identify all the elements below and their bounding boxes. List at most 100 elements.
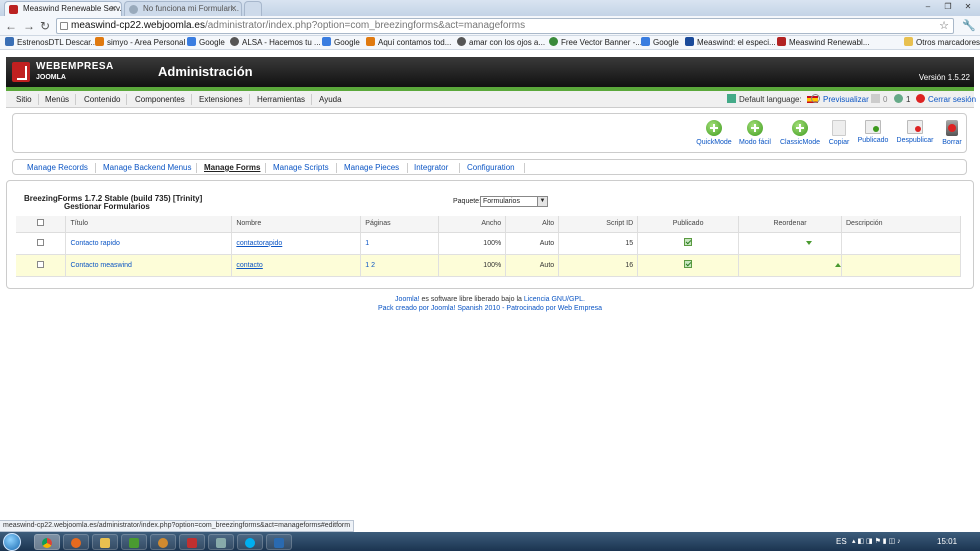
back-arrow-icon[interactable]: ← [4,19,18,33]
column-header-reorder[interactable]: Reordenar [738,216,842,233]
form-page-link[interactable]: 1 2 [365,262,375,269]
column-header-published[interactable]: Publicado [637,216,740,233]
move-up-icon[interactable] [835,262,841,267]
easymode-button[interactable]: Modo fácil [730,120,780,146]
minimize-icon[interactable]: – [918,0,938,13]
menu-item-herramientas[interactable]: Herramientas [251,94,313,105]
browser-tab-active[interactable]: Measwind Renewable Serv... ✕ [4,1,122,16]
joomla-link[interactable]: Joomla! [395,296,420,303]
column-header-name[interactable]: Nombre [231,216,362,233]
new-tab-button[interactable] [244,1,262,16]
bookmark-item[interactable]: Google [322,37,360,47]
maximize-icon[interactable]: ❐ [938,0,958,13]
form-width: 100% [438,254,507,277]
taskbar-app[interactable] [179,534,205,550]
taskbar-app[interactable] [121,534,147,550]
delete-button[interactable]: Borrar [927,120,977,146]
credits-link[interactable]: Pack creado por Joomla! Spanish 2010 - P… [378,305,602,312]
forms-table: Título Nombre Páginas Ancho Alto Script … [16,216,961,277]
preview-icon [811,94,820,103]
published-check-icon[interactable] [684,260,693,268]
wrench-icon[interactable]: 🔧 [962,19,976,32]
logout-link[interactable]: Cerrar sesión [916,94,976,105]
menu-item-componentes[interactable]: Componentes [129,94,192,105]
column-header-pages[interactable]: Páginas [360,216,440,233]
bookmark-item[interactable]: Google [187,37,225,47]
users-icon [894,94,903,103]
bookmark-item[interactable]: amar con los ojos a... [457,37,545,47]
users-count[interactable]: 1 [894,94,910,105]
bookmark-item[interactable]: ALSA - Hacemos tu ... [230,37,321,47]
column-header-title[interactable]: Título [65,216,233,233]
select-all-checkbox[interactable] [37,219,45,227]
submenu-manage-forms[interactable]: Manage Forms [204,163,260,172]
bookmark-item[interactable]: simyo - Area Personal [95,37,185,47]
close-tab-icon[interactable]: ✕ [110,4,117,13]
address-bar[interactable]: measwind-cp22.webjoomla.es/administrator… [56,18,954,34]
submenu-divider [95,163,96,173]
row-select-cell [16,232,67,255]
bookmark-item[interactable]: Free Vector Banner -... [549,37,642,47]
forward-arrow-icon[interactable]: → [22,19,36,33]
menu-item-extensiones[interactable]: Extensiones [193,94,250,105]
row-checkbox[interactable] [37,238,45,246]
tray-icons[interactable]: ▴ ◧ ◨ ⚑ ▮ ◫ ♪ [852,537,901,545]
submenu-manage-pieces[interactable]: Manage Pieces [344,163,399,172]
messages-count[interactable]: 0 [871,94,887,105]
taskbar-firefox[interactable] [63,534,89,550]
close-tab-icon[interactable]: ✕ [230,4,237,13]
submenu-configuration[interactable]: Configuration [467,163,515,172]
form-name-link[interactable]: contacto [236,262,262,269]
column-header-width[interactable]: Ancho [438,216,507,233]
column-header-description[interactable]: Descripción [841,216,961,233]
reload-icon[interactable]: ↻ [38,19,52,33]
taskbar-chrome[interactable] [34,534,60,550]
form-title-link[interactable]: Contacto rapido [70,240,119,247]
bookmark-item[interactable]: Google [641,37,679,47]
form-title: Contacto rapido [65,232,233,255]
taskbar-app[interactable] [208,534,234,550]
other-bookmarks[interactable]: Otros marcadores [904,37,980,47]
preview-link[interactable]: Previsualizar [811,94,869,105]
menu-item-ayuda[interactable]: Ayuda [313,94,348,105]
taskbar-app[interactable] [150,534,176,550]
submenu-manage-scripts[interactable]: Manage Scripts [273,163,329,172]
form-title-link[interactable]: Contacto measwind [70,262,131,269]
form-name-link[interactable]: contactorapido [236,240,282,247]
column-header-script-id[interactable]: Script ID [558,216,639,233]
bookmark-item[interactable]: Measwind: el especi... [685,37,776,47]
published-check-icon[interactable] [684,238,693,246]
taskbar-explorer[interactable] [92,534,118,550]
submenu-integrator[interactable]: Integrator [414,163,448,172]
taskbar-app[interactable] [266,534,292,550]
taskbar-skype[interactable] [237,534,263,550]
form-reorder-up [738,232,842,255]
row-checkbox[interactable] [37,260,45,268]
measwind-icon [685,37,694,46]
close-window-icon[interactable]: ✕ [958,0,978,13]
bookmark-item[interactable]: Measwind Renewabl... [777,37,869,47]
form-name: contactorapido [231,232,362,255]
submenu-manage-backend-menus[interactable]: Manage Backend Menus [103,163,192,172]
firefox-icon [71,538,81,548]
bookmark-star-icon[interactable]: ☆ [939,19,949,33]
license-link[interactable]: Licencia GNU/GPL. [524,296,585,303]
admin-header: WEBEMPRESA JOOMLA Administración Versión… [6,57,974,87]
form-page-link[interactable]: 1 [365,240,369,247]
bookmark-item[interactable]: EstrenosDTL Descar... [5,37,97,47]
windows-start-button[interactable] [3,533,21,551]
submenu-manage-records[interactable]: Manage Records [27,163,88,172]
chevron-down-icon: ▼ [537,197,547,206]
package-label: Paquete: [453,198,482,205]
submenu-divider [459,163,460,173]
menu-item-sitio[interactable]: Sitio [10,94,39,105]
browser-tab[interactable]: No funciona mi Formulari... ✕ [124,1,242,16]
column-header-height[interactable]: Alto [505,216,560,233]
package-select[interactable]: Formularios ▼ [480,196,548,207]
menu-item-contenido[interactable]: Contenido [78,94,128,105]
input-language[interactable]: ES [836,537,847,546]
move-down-icon[interactable] [806,240,812,245]
menu-item-menus[interactable]: Menús [39,94,77,105]
clock[interactable]: 15:01 [937,537,957,546]
bookmark-item[interactable]: Aquí contamos tod... [366,37,451,47]
